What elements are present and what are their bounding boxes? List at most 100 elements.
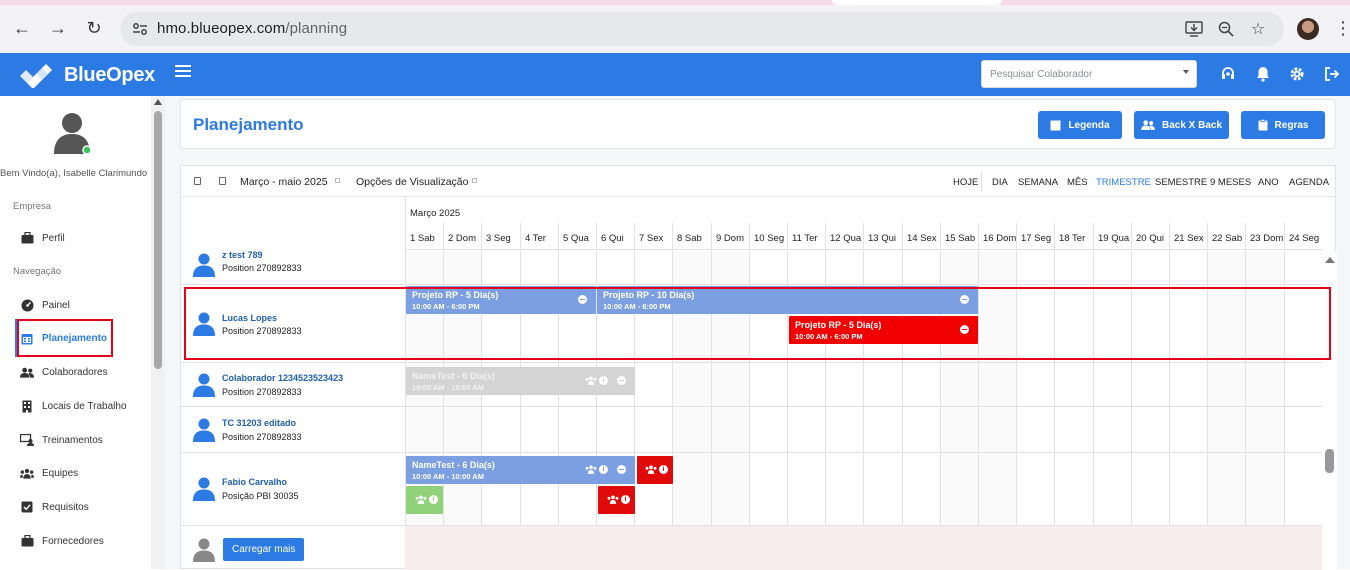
briefcase-icon	[20, 231, 34, 245]
rules-button[interactable]: Regras	[1241, 111, 1325, 139]
info-icon[interactable]: i	[599, 376, 608, 385]
forward-icon[interactable]: →	[47, 17, 69, 39]
event-projeto-rp-5-conflict[interactable]: Projeto RP - 5 Dia(s) 10:00 AM - 6:00 PM	[789, 316, 978, 344]
day-header[interactable]: 21 Sex	[1169, 223, 1207, 250]
back-x-back-button[interactable]: Back X Back	[1134, 111, 1229, 139]
event-projeto-rp-5[interactable]: Projeto RP - 5 Dia(s) 10:00 AM - 6:00 PM	[406, 286, 596, 314]
main-content: Planejamento Legenda Back X Back Regras …	[165, 96, 1350, 570]
day-header[interactable]: 24 Seg	[1284, 223, 1322, 250]
browser-menu-icon[interactable]: ⋮	[1334, 17, 1350, 41]
settings-gear-icon[interactable]	[1288, 65, 1306, 83]
day-header[interactable]: 12 Qua	[825, 223, 863, 250]
event-small-green[interactable]: i	[406, 486, 443, 514]
view-today[interactable]: HOJE	[953, 177, 978, 188]
profile-avatar[interactable]	[1297, 18, 1319, 40]
day-header[interactable]: 8 Sab	[672, 223, 711, 250]
view-agenda[interactable]: AGENDA	[1289, 177, 1329, 188]
bookmark-star-icon[interactable]: ☆	[1248, 19, 1268, 39]
menu-toggle-icon[interactable]	[175, 65, 191, 81]
sidebar-item-fornecedores[interactable]: Fornecedores	[17, 524, 151, 558]
address-bar[interactable]: hmo.blueopex.com/planning ☆	[120, 12, 1284, 46]
scroll-thumb[interactable]	[1325, 449, 1334, 473]
sidebar-item-equipes[interactable]: Equipes	[17, 456, 151, 490]
remove-icon[interactable]	[617, 465, 626, 474]
day-header[interactable]: 13 Qui	[863, 223, 902, 250]
day-header[interactable]: 4 Ter	[520, 223, 558, 250]
sidebar-item-colaboradores[interactable]: Colaboradores	[17, 355, 151, 389]
support-headset-icon[interactable]	[1219, 65, 1237, 83]
search-collaborator-select[interactable]: Pesquisar Colaborador	[981, 60, 1197, 88]
day-header[interactable]: 10 Seg	[749, 223, 787, 250]
users-icon	[20, 365, 34, 379]
day-header[interactable]: 1 Sab	[405, 223, 443, 250]
event-projeto-rp-10[interactable]: Projeto RP - 10 Dia(s) 10:00 AM - 6:00 P…	[597, 286, 978, 314]
brand-logo[interactable]: BlueOpex	[18, 61, 155, 89]
event-small-red[interactable]: i	[637, 456, 673, 484]
day-header[interactable]: 20 Qui	[1131, 223, 1169, 250]
day-header[interactable]: 11 Ter	[787, 223, 825, 250]
sidebar-item-painel[interactable]: Painel	[17, 288, 151, 322]
remove-icon[interactable]	[617, 376, 626, 385]
event-nametest-grey[interactable]: NameTest - 6 Dia(s) 10:00 AM - 10:00 AM …	[406, 367, 635, 395]
day-header[interactable]: 16 Dom	[978, 223, 1016, 250]
sidebar-scrollbar[interactable]	[151, 96, 165, 569]
view-9-months[interactable]: 9 MESES	[1210, 177, 1251, 188]
date-range-label[interactable]: Março - maio 2025	[240, 176, 328, 188]
logout-icon[interactable]	[1323, 65, 1341, 83]
load-more-button[interactable]: Carregar mais	[223, 538, 305, 561]
person-name[interactable]: Lucas Lopes	[222, 313, 277, 323]
event-small-red-2[interactable]: i	[598, 486, 635, 514]
day-header[interactable]: 22 Sab	[1207, 223, 1245, 250]
day-header[interactable]: 15 Sab	[940, 223, 978, 250]
view-month[interactable]: MÊS	[1067, 177, 1088, 188]
sidebar-item-perfil[interactable]: Perfil	[17, 221, 151, 255]
day-header[interactable]: 5 Qua	[558, 223, 596, 250]
load-more-row: Carregar mais	[181, 526, 1322, 570]
person-name[interactable]: Fabio Carvalho	[222, 477, 287, 487]
info-icon[interactable]: i	[599, 465, 608, 474]
scheduler-scrollbar[interactable]	[1322, 251, 1337, 570]
sidebar-item-treinamentos[interactable]: Treinamentos	[17, 423, 151, 457]
day-header[interactable]: 6 Qui	[596, 223, 634, 250]
day-header[interactable]: 14 Sex	[902, 223, 940, 250]
view-semester[interactable]: SEMESTRE	[1155, 177, 1207, 188]
notification-bell-icon[interactable]	[1254, 65, 1272, 83]
day-header[interactable]: 2 Dom	[443, 223, 481, 250]
site-settings-icon[interactable]	[130, 19, 150, 39]
view-year[interactable]: ANO	[1258, 177, 1279, 188]
view-week[interactable]: SEMANA	[1018, 177, 1058, 188]
day-header[interactable]: 9 Dom	[711, 223, 749, 250]
reload-icon[interactable]: ↻	[83, 17, 105, 39]
prev-period-icon[interactable]	[194, 177, 201, 185]
month-label: Março 2025	[410, 208, 461, 219]
day-header[interactable]: 3 Seg	[481, 223, 520, 250]
remove-icon[interactable]	[960, 295, 969, 304]
sidebar-item-requisitos[interactable]: Requisitos	[17, 490, 151, 524]
scroll-up-icon[interactable]	[1325, 257, 1335, 263]
person-name[interactable]: z test 789	[222, 251, 263, 260]
event-nametest-blue[interactable]: NameTest - 6 Dia(s) 10:00 AM - 10:00 AM …	[406, 456, 635, 484]
info-icon[interactable]: i	[659, 465, 668, 474]
info-icon[interactable]: i	[429, 495, 438, 504]
day-header[interactable]: 19 Qua	[1093, 223, 1131, 250]
remove-icon[interactable]	[960, 325, 969, 334]
view-day[interactable]: DIA	[992, 177, 1008, 188]
person-name[interactable]: TC 31203 editado	[222, 418, 296, 428]
back-icon[interactable]: ←	[11, 17, 33, 39]
tab-strip	[0, 0, 1350, 5]
legend-button[interactable]: Legenda	[1038, 111, 1122, 139]
remove-icon[interactable]	[578, 295, 587, 304]
day-header[interactable]: 18 Ter	[1054, 223, 1093, 250]
info-icon[interactable]: i	[621, 495, 630, 504]
day-header[interactable]: 23 Dom	[1245, 223, 1284, 250]
person-name[interactable]: Colaborador 1234523523423	[222, 373, 343, 383]
view-quarter[interactable]: TRIMESTRE	[1096, 177, 1151, 188]
sidebar-item-locais-de-trabalho[interactable]: Locais de Trabalho	[17, 389, 151, 423]
day-header[interactable]: 7 Sex	[634, 223, 672, 250]
install-app-icon[interactable]	[1184, 19, 1204, 39]
view-options-button[interactable]: Opções de Visualização	[356, 176, 468, 188]
day-header[interactable]: 17 Seg	[1016, 223, 1054, 250]
event-time: 10:00 AM - 10:00 AM	[412, 383, 484, 392]
next-period-icon[interactable]	[219, 177, 226, 185]
zoom-icon[interactable]	[1216, 19, 1236, 39]
